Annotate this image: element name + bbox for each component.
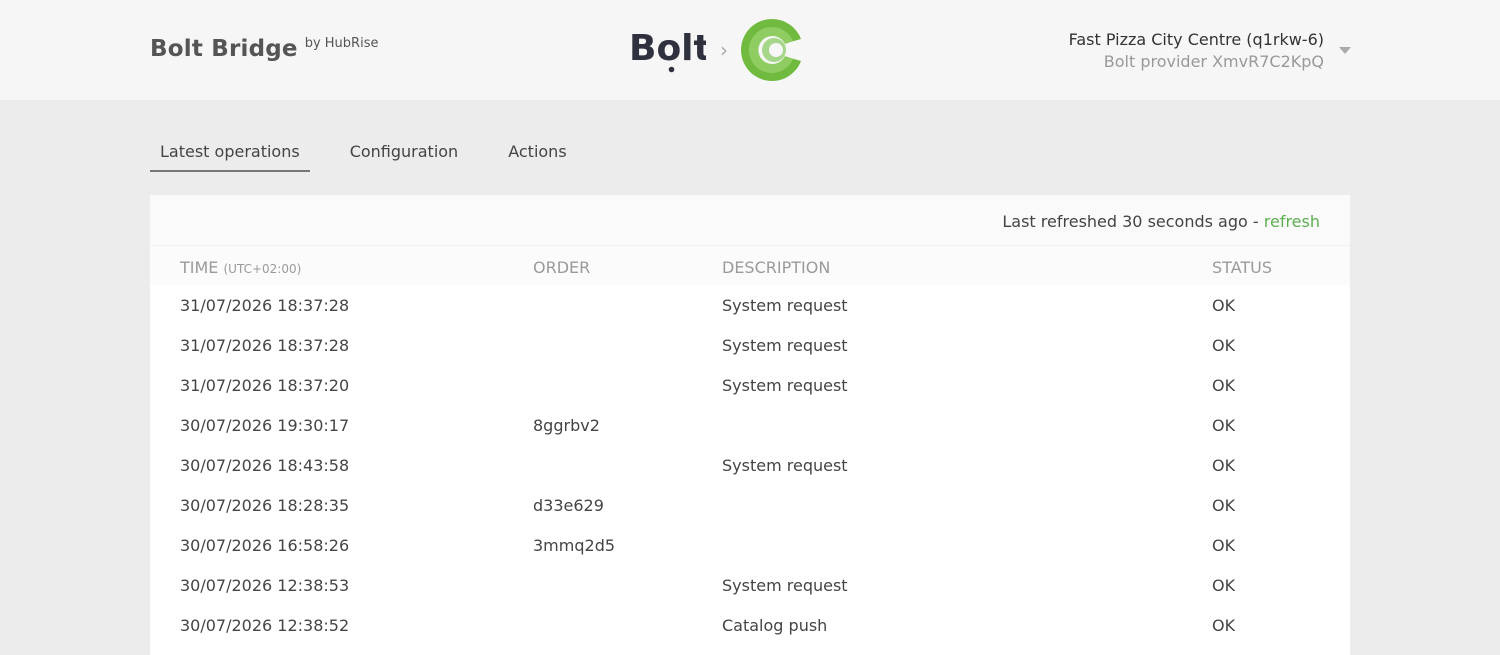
- column-header-timezone: (UTC+02:00): [223, 262, 302, 276]
- cell-time: 30/07/2026 12:38:52: [180, 616, 350, 635]
- refresh-link[interactable]: refresh: [1264, 212, 1320, 231]
- cell-status: OK: [1212, 296, 1236, 315]
- table-row[interactable]: 30/07/2026 19:30:17 8ggrbv2 OK: [150, 405, 1350, 445]
- cell-order: 3mmq2d5: [533, 536, 616, 555]
- cell-description: System request: [722, 576, 848, 595]
- column-header-time[interactable]: TIME (UTC+02:00): [180, 258, 301, 277]
- cell-time: 31/07/2026 18:37:20: [180, 376, 350, 395]
- hubrise-logo: [741, 18, 801, 81]
- column-header-status[interactable]: STATUS: [1212, 258, 1272, 277]
- cell-time: 31/07/2026 18:37:28: [180, 296, 350, 315]
- table-row[interactable]: 31/07/2026 18:37:28 System request OK: [150, 285, 1350, 325]
- refresh-bar: Last refreshed 30 seconds ago - refresh: [150, 195, 1350, 246]
- bolt-logo: Bolt: [629, 28, 706, 73]
- cell-status: OK: [1212, 496, 1236, 515]
- table-row[interactable]: 30/07/2026 16:58:26 3mmq2d5 OK: [150, 525, 1350, 565]
- tab-actions[interactable]: Actions: [498, 138, 576, 172]
- cell-time: 30/07/2026 19:30:17: [180, 416, 350, 435]
- app-title: Bolt Bridge: [150, 36, 298, 62]
- tab-configuration[interactable]: Configuration: [340, 138, 469, 172]
- refresh-status: Last refreshed 30 seconds ago - refresh: [1002, 212, 1320, 231]
- cell-description: System request: [722, 296, 848, 315]
- column-header-description[interactable]: DESCRIPTION: [722, 258, 830, 277]
- cell-status: OK: [1212, 336, 1236, 355]
- cell-description: System request: [722, 376, 848, 395]
- cell-time: 30/07/2026 18:28:35: [180, 496, 350, 515]
- cell-time: 31/07/2026 18:37:28: [180, 336, 350, 355]
- cell-description: System request: [722, 456, 848, 475]
- cell-status: OK: [1212, 576, 1236, 595]
- caret-down-icon[interactable]: [1339, 47, 1351, 54]
- tab-bar: Latest operations Configuration Actions: [150, 138, 607, 172]
- chevron-right-icon: ›: [720, 38, 728, 62]
- operations-panel: Last refreshed 30 seconds ago - refresh …: [150, 195, 1350, 655]
- cell-status: OK: [1212, 536, 1236, 555]
- account-provider: Bolt provider XmvR7C2KpQ: [1103, 52, 1324, 71]
- cell-description: Catalog push: [722, 616, 828, 635]
- table-row[interactable]: 31/07/2026 18:37:28 System request OK: [150, 325, 1350, 365]
- cell-status: OK: [1212, 416, 1236, 435]
- cell-status: OK: [1212, 616, 1236, 635]
- cell-order: 8ggrbv2: [533, 416, 600, 435]
- cell-time: 30/07/2026 18:43:58: [180, 456, 350, 475]
- account-selector[interactable]: Fast Pizza City Centre (q1rkw-6) Bolt pr…: [1069, 29, 1324, 73]
- cell-description: System request: [722, 336, 848, 355]
- svg-text:Bolt: Bolt: [629, 28, 706, 69]
- table-row[interactable]: 30/07/2026 12:38:53 System request OK: [150, 565, 1350, 605]
- app-byline: by HubRise: [304, 36, 379, 51]
- cell-order: d33e629: [533, 496, 604, 515]
- cell-status: OK: [1212, 376, 1236, 395]
- refresh-text: Last refreshed 30 seconds ago -: [1002, 212, 1264, 231]
- table-body: 31/07/2026 18:37:28 System request OK 31…: [150, 285, 1350, 645]
- column-header-order[interactable]: ORDER: [533, 258, 590, 277]
- table-row[interactable]: 30/07/2026 18:43:58 System request OK: [150, 445, 1350, 485]
- cell-status: OK: [1212, 456, 1236, 475]
- brand[interactable]: Bolt Bridge by HubRise: [150, 34, 378, 64]
- table-row[interactable]: 30/07/2026 12:38:52 Catalog push OK: [150, 605, 1350, 645]
- cell-time: 30/07/2026 16:58:26: [180, 536, 350, 555]
- table-row[interactable]: 30/07/2026 18:28:35 d33e629 OK: [150, 485, 1350, 525]
- table-header: TIME (UTC+02:00) ORDER DESCRIPTION STATU…: [150, 246, 1350, 285]
- cell-time: 30/07/2026 12:38:53: [180, 576, 350, 595]
- app-header: Bolt Bridge by HubRise Bolt › Fast Pizza…: [0, 0, 1500, 100]
- column-header-time-label: TIME: [180, 258, 219, 277]
- account-name: Fast Pizza City Centre (q1rkw-6): [1068, 30, 1324, 49]
- tab-latest-operations[interactable]: Latest operations: [150, 138, 310, 172]
- integration-logos: Bolt ›: [628, 15, 803, 85]
- table-row[interactable]: 31/07/2026 18:37:20 System request OK: [150, 365, 1350, 405]
